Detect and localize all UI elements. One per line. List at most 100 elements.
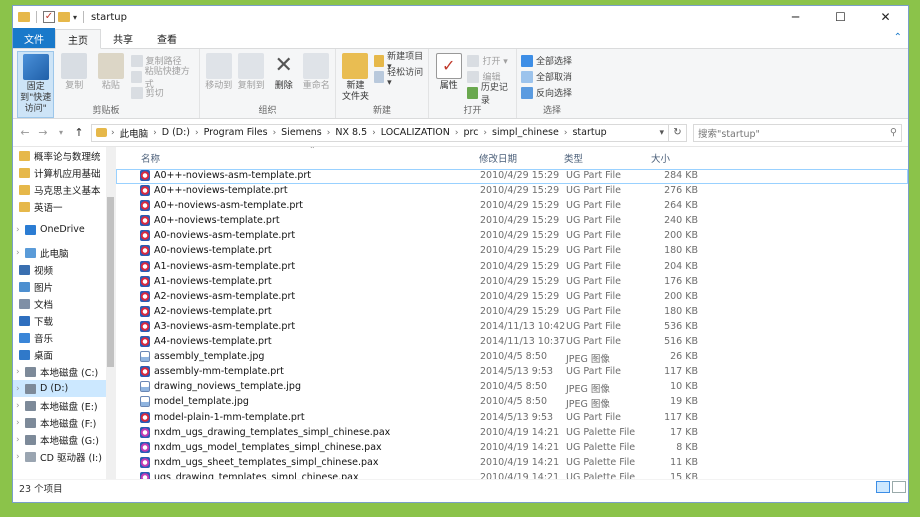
table-row[interactable]: assembly_template.jpg 2010/4/5 8:50 JPEG 图… [116,350,908,365]
table-row[interactable]: model-plain-1-mm-template.prt 2014/5/13 9… [116,411,908,426]
navigation-scrollbar[interactable] [106,147,115,479]
table-row[interactable]: A1-noviews-template.prt 2010/4/29 15:29 UG… [116,275,908,290]
sidebar-item[interactable]: 英语一 [13,198,115,215]
invert-selection-button[interactable]: 反向选择 [521,85,572,100]
cut-button[interactable]: 剪切 [130,85,195,100]
table-row[interactable]: nxdm_ugs_model_templates_simpl_chinese.p… [116,441,908,456]
table-row[interactable]: A0+-noviews-template.prt 2010/4/29 15:29 U… [116,214,908,229]
close-button[interactable]: ✕ [863,6,908,28]
breadcrumb-item[interactable]: 此电脑 [120,126,149,140]
expand-chevron-icon[interactable]: › [16,225,21,235]
breadcrumb-separator-icon[interactable]: › [327,128,331,138]
sidebar-item[interactable]: 视频 [13,261,115,278]
table-row[interactable]: nxdm_ugs_sheet_templates_simpl_chinese.p… [116,456,908,471]
collapse-ribbon-chevron-icon[interactable]: ⌃ [894,32,902,43]
breadcrumb-item[interactable]: Siemens [281,127,322,138]
sidebar-item[interactable]: › CD 驱动器 (I:) [13,448,115,465]
up-arrow-icon[interactable]: ↑ [73,126,85,139]
expand-chevron-icon[interactable]: › [16,248,21,258]
breadcrumb-item[interactable]: D (D:) [162,127,190,138]
new-folder-quick-icon[interactable] [58,12,70,22]
sidebar-item[interactable]: › 本地磁盘 (C:) [13,363,115,380]
sidebar-item[interactable]: › 本地磁盘 (F:) [13,414,115,431]
table-row[interactable]: A0-noviews-asm-template.prt 2010/4/29 15:… [116,229,908,244]
table-row[interactable]: A0++-noviews-asm-template.prt 2010/4/29 1… [116,169,908,185]
tab-home[interactable]: 主页 [55,29,101,49]
sidebar-item[interactable]: › 本地磁盘 (E:) [13,397,115,414]
table-row[interactable]: model_template.jpg 2010/4/5 8:50 JPEG 图像 19… [116,395,908,410]
table-row[interactable]: assembly-mm-template.prt 2014/5/13 9:53 UG… [116,365,908,380]
sidebar-item[interactable]: 计算机应用基础 [13,164,115,181]
sidebar-item[interactable]: 文档 [13,295,115,312]
select-all-button[interactable]: 全部选择 [521,53,572,68]
scrollbar-thumb[interactable] [107,197,114,367]
sidebar-item[interactable]: › 本地磁盘 (G:) [13,431,115,448]
breadcrumb-item[interactable]: prc [463,127,478,138]
tab-share[interactable]: 共享 [101,28,145,48]
table-row[interactable]: A1-noviews-asm-template.prt 2010/4/29 15:… [116,260,908,275]
sidebar-item[interactable]: › D (D:) [13,380,115,397]
expand-chevron-icon[interactable]: › [16,367,21,377]
select-none-button[interactable]: 全部取消 [521,69,572,84]
sidebar-item[interactable]: 桌面 [13,346,115,363]
table-row[interactable]: A0-noviews-template.prt 2010/4/29 15:29 UG… [116,244,908,259]
expand-chevron-icon[interactable]: › [16,401,21,411]
expand-chevron-icon[interactable]: › [16,452,21,462]
breadcrumb-separator-icon[interactable]: › [153,128,157,138]
breadcrumb-separator-icon[interactable]: › [455,128,459,138]
table-row[interactable]: A4-noviews-template.prt 2014/11/13 10:37 U… [116,335,908,350]
table-row[interactable]: drawing_noviews_template.jpg 2010/4/5 8:5… [116,380,908,395]
table-row[interactable]: A0++-noviews-template.prt 2010/4/29 15:29… [116,184,908,199]
minimize-button[interactable]: ─ [773,6,818,28]
large-icons-view-icon[interactable] [892,481,906,493]
breadcrumb-item[interactable]: Program Files [204,127,268,138]
column-header-name[interactable]: 名称 [141,151,160,165]
address-bar[interactable]: › 此电脑 › D (D:) › Program Files › Siemens › NX 8.… [91,123,687,142]
expand-chevron-icon[interactable]: › [16,384,21,394]
breadcrumb-separator-icon[interactable]: › [372,128,376,138]
maximize-button[interactable]: ☐ [818,6,863,28]
sidebar-item[interactable]: 图片 [13,278,115,295]
column-header-type[interactable]: 类型 [564,151,583,165]
breadcrumb-separator-icon[interactable]: › [564,128,568,138]
table-row[interactable]: A2-noviews-template.prt 2010/4/29 15:29 UG… [116,305,908,320]
search-box[interactable]: 搜索"startup" ⚲ [693,123,902,142]
breadcrumb-item[interactable]: simpl_chinese [492,127,559,138]
sidebar-item[interactable]: 音乐 [13,329,115,346]
address-history-chevron-icon[interactable]: ▾ [659,128,664,138]
breadcrumb-separator-icon[interactable]: › [483,128,487,138]
column-header-size[interactable]: 大小 [651,151,670,165]
breadcrumb-separator-icon[interactable]: › [273,128,277,138]
table-row[interactable]: A0+-noviews-asm-template.prt 2010/4/29 15… [116,199,908,214]
sidebar-item[interactable]: › OneDrive [13,221,115,238]
easy-access-button[interactable]: 轻松访问 ▾ [373,68,424,88]
refresh-icon[interactable]: ↻ [668,124,686,141]
table-row[interactable]: nxdm_ugs_drawing_templates_simpl_chinese… [116,426,908,441]
expand-chevron-icon[interactable]: › [16,418,21,428]
breadcrumb-item[interactable]: LOCALIZATION [381,127,450,138]
paste-shortcut-button[interactable]: 粘贴快捷方式 [130,67,195,90]
customize-toolbar-chevron-icon[interactable]: ▾ [73,13,77,22]
sidebar-item[interactable]: 下载 [13,312,115,329]
table-row[interactable]: A3-noviews-asm-template.prt 2014/11/13 10… [116,320,908,335]
tab-file[interactable]: 文件 [13,28,55,48]
table-row[interactable]: A2-noviews-asm-template.prt 2010/4/29 15:… [116,290,908,305]
table-row[interactable]: ugs_drawing_templates_simpl_chinese.pax 2… [116,471,908,479]
details-view-icon[interactable] [876,481,890,493]
breadcrumb-item[interactable]: NX 8.5 [335,127,367,138]
breadcrumb-separator-icon[interactable]: › [195,128,199,138]
file-name-cell: A0+-noviews-asm-template.prt [140,200,303,212]
properties-quick-icon[interactable]: ✓ [43,11,55,23]
forward-arrow-icon[interactable]: → [37,126,49,139]
sidebar-item[interactable]: 概率论与数理统 [13,147,115,164]
expand-chevron-icon[interactable]: › [16,435,21,445]
column-header-date[interactable]: 修改日期 [479,151,517,165]
sidebar-item[interactable]: 马克思主义基本 [13,181,115,198]
breadcrumb-item[interactable]: startup [572,127,606,138]
open-button[interactable]: 打开 ▾ [467,53,512,68]
history-button[interactable]: 历史记录 [467,83,512,106]
back-arrow-icon[interactable]: ← [19,126,31,139]
recent-locations-chevron-icon[interactable]: ▾ [55,128,67,137]
tab-view[interactable]: 查看 [145,28,189,48]
sidebar-item[interactable]: › 此电脑 [13,244,115,261]
